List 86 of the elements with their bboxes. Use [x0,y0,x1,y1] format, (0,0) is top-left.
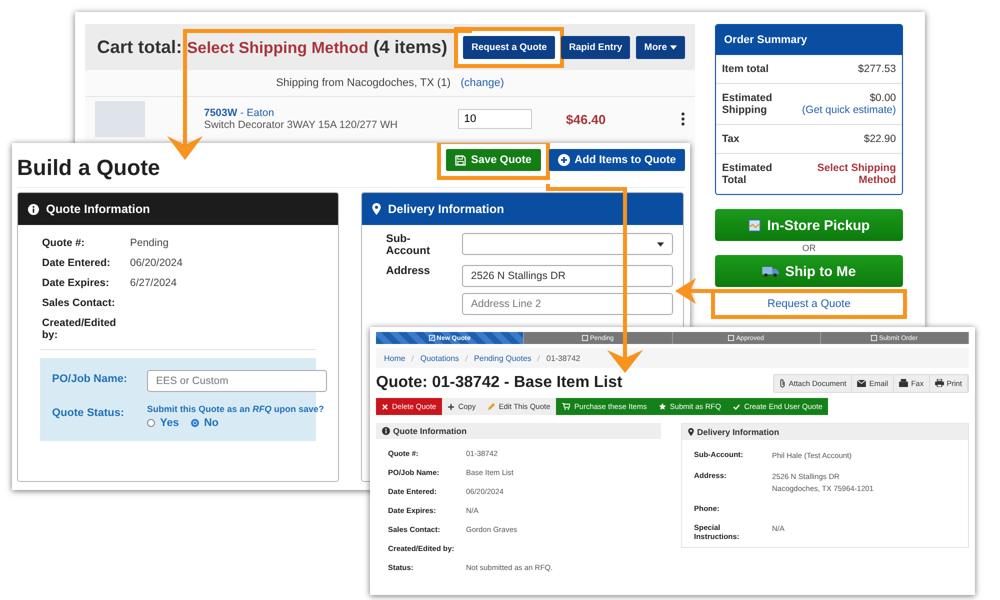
sub-account-dropdown[interactable] [462,233,673,255]
map-pin-icon [372,203,381,215]
summary-label: Estimated Shipping [722,92,774,116]
summary-value: $22.90 [864,133,896,145]
plus-circle-icon [558,154,570,166]
radio-option[interactable]: No [190,417,219,429]
truck-icon [762,266,780,276]
summary-label: Item total [722,63,770,75]
summary-label: Estimated Total [722,162,774,186]
breadcrumb-separator-icon [465,354,468,362]
radio-button[interactable] [190,419,199,427]
checkbox-icon [582,335,588,341]
toolbar-button[interactable]: Request a Quote [463,36,555,58]
field-value: Pending [130,237,170,249]
order-summary-title: Order Summary [716,25,902,55]
radio-option[interactable]: Yes [147,417,179,429]
field-label: Created/Edited by: [42,317,118,341]
field-label: Address [386,265,431,279]
product-title: 7503W - Eaton [204,107,276,119]
field-label: Date Expires: [42,277,110,289]
address-line-2-field[interactable]: Address Line 2 [462,293,673,315]
panel-title: Quote Information [393,426,467,436]
save-quote-button[interactable]: Save Quote [446,149,541,171]
checkbox-icon [728,335,734,341]
field-label: Sub-Account [386,233,431,257]
caret-icon [657,242,664,246]
field-label: Quote #: [42,237,86,249]
change-link[interactable]: (change) [460,77,504,89]
caret-icon [670,44,677,50]
edit-icon [428,335,435,341]
ship-to-me-button[interactable]: Ship to Me [715,255,903,287]
field-label: Quote Status: [52,406,126,419]
quote-title: Quote: 01-38742 - Base Item List [376,374,622,392]
summary-label: Tax [722,133,740,145]
breadcrumb-separator-icon [411,354,414,362]
more-menu-button[interactable]: More [636,36,685,58]
fax-icon [899,379,908,387]
add-items-button[interactable]: Add Items to Quote [548,149,685,171]
breadcrumb-link[interactable]: Pending Quotes [474,354,532,362]
field-label: Sales Contact: [42,297,116,309]
field-label: PO/Job Name: [52,372,128,385]
quantity-field[interactable]: 10 [458,109,532,129]
summary-value: $277.53 [858,63,896,75]
kebab-menu-icon[interactable] [681,112,685,126]
toolbar-button[interactable]: Rapid Entry [560,36,630,58]
save-icon [455,154,466,166]
checkmark-icon [733,404,740,410]
panel-title: Delivery Information [388,202,504,216]
breadcrumb-separator-icon [537,354,540,362]
address-field[interactable]: 2526 N Stallings DR [462,265,673,287]
checkbox-icon [871,335,878,341]
quick-estimate-link[interactable]: (Get quick estimate) [802,104,896,116]
summary-value: $0.00 [870,92,896,104]
map-pin-icon [688,428,694,436]
panel-title: Delivery Information [697,427,780,437]
breadcrumb-current: 01-38742 [546,354,580,362]
breadcrumb-link[interactable]: Home [384,354,406,362]
po-job-name-field[interactable]: EES or Custom [147,370,327,392]
panel-title: Quote Information [46,202,150,216]
in-store-pickup-button[interactable]: In-Store Pickup [715,209,903,241]
field-value: 6/27/2024 [130,277,178,289]
star-icon [658,403,666,410]
summary-value: Select Shipping Method [816,162,896,186]
paperclip-icon [778,378,786,388]
info-icon [382,427,390,435]
close-icon [382,404,388,410]
shipping-origin: Shipping from Nacogdoches, TX (1) [276,77,451,89]
envelope-icon [857,380,866,386]
cart-icon [562,403,570,410]
info-icon [28,204,39,214]
breadcrumb-link[interactable]: Quotations [420,354,460,362]
product-link[interactable]: 7503W [204,107,238,119]
or-separator: OR [801,242,817,255]
store-map-icon [748,218,762,232]
rfq-prompt: Submit this Quote as an RFQ upon save? [147,404,326,414]
field-value: 06/20/2024 [130,257,184,269]
product-description: Switch Decorator 3WAY 15A 120/277 WH [204,119,399,131]
page-title: Build a Quote [17,155,160,181]
item-price: $46.40 [566,112,606,126]
printer-icon [934,379,944,387]
product-photo-placeholder [95,101,145,137]
plus-icon [448,404,454,410]
radio-button[interactable] [147,419,155,427]
field-label: Date Entered: [42,257,112,269]
pencil-icon [488,403,495,410]
cart-title: Cart total: Select Shipping Method (4 items) [97,36,448,58]
